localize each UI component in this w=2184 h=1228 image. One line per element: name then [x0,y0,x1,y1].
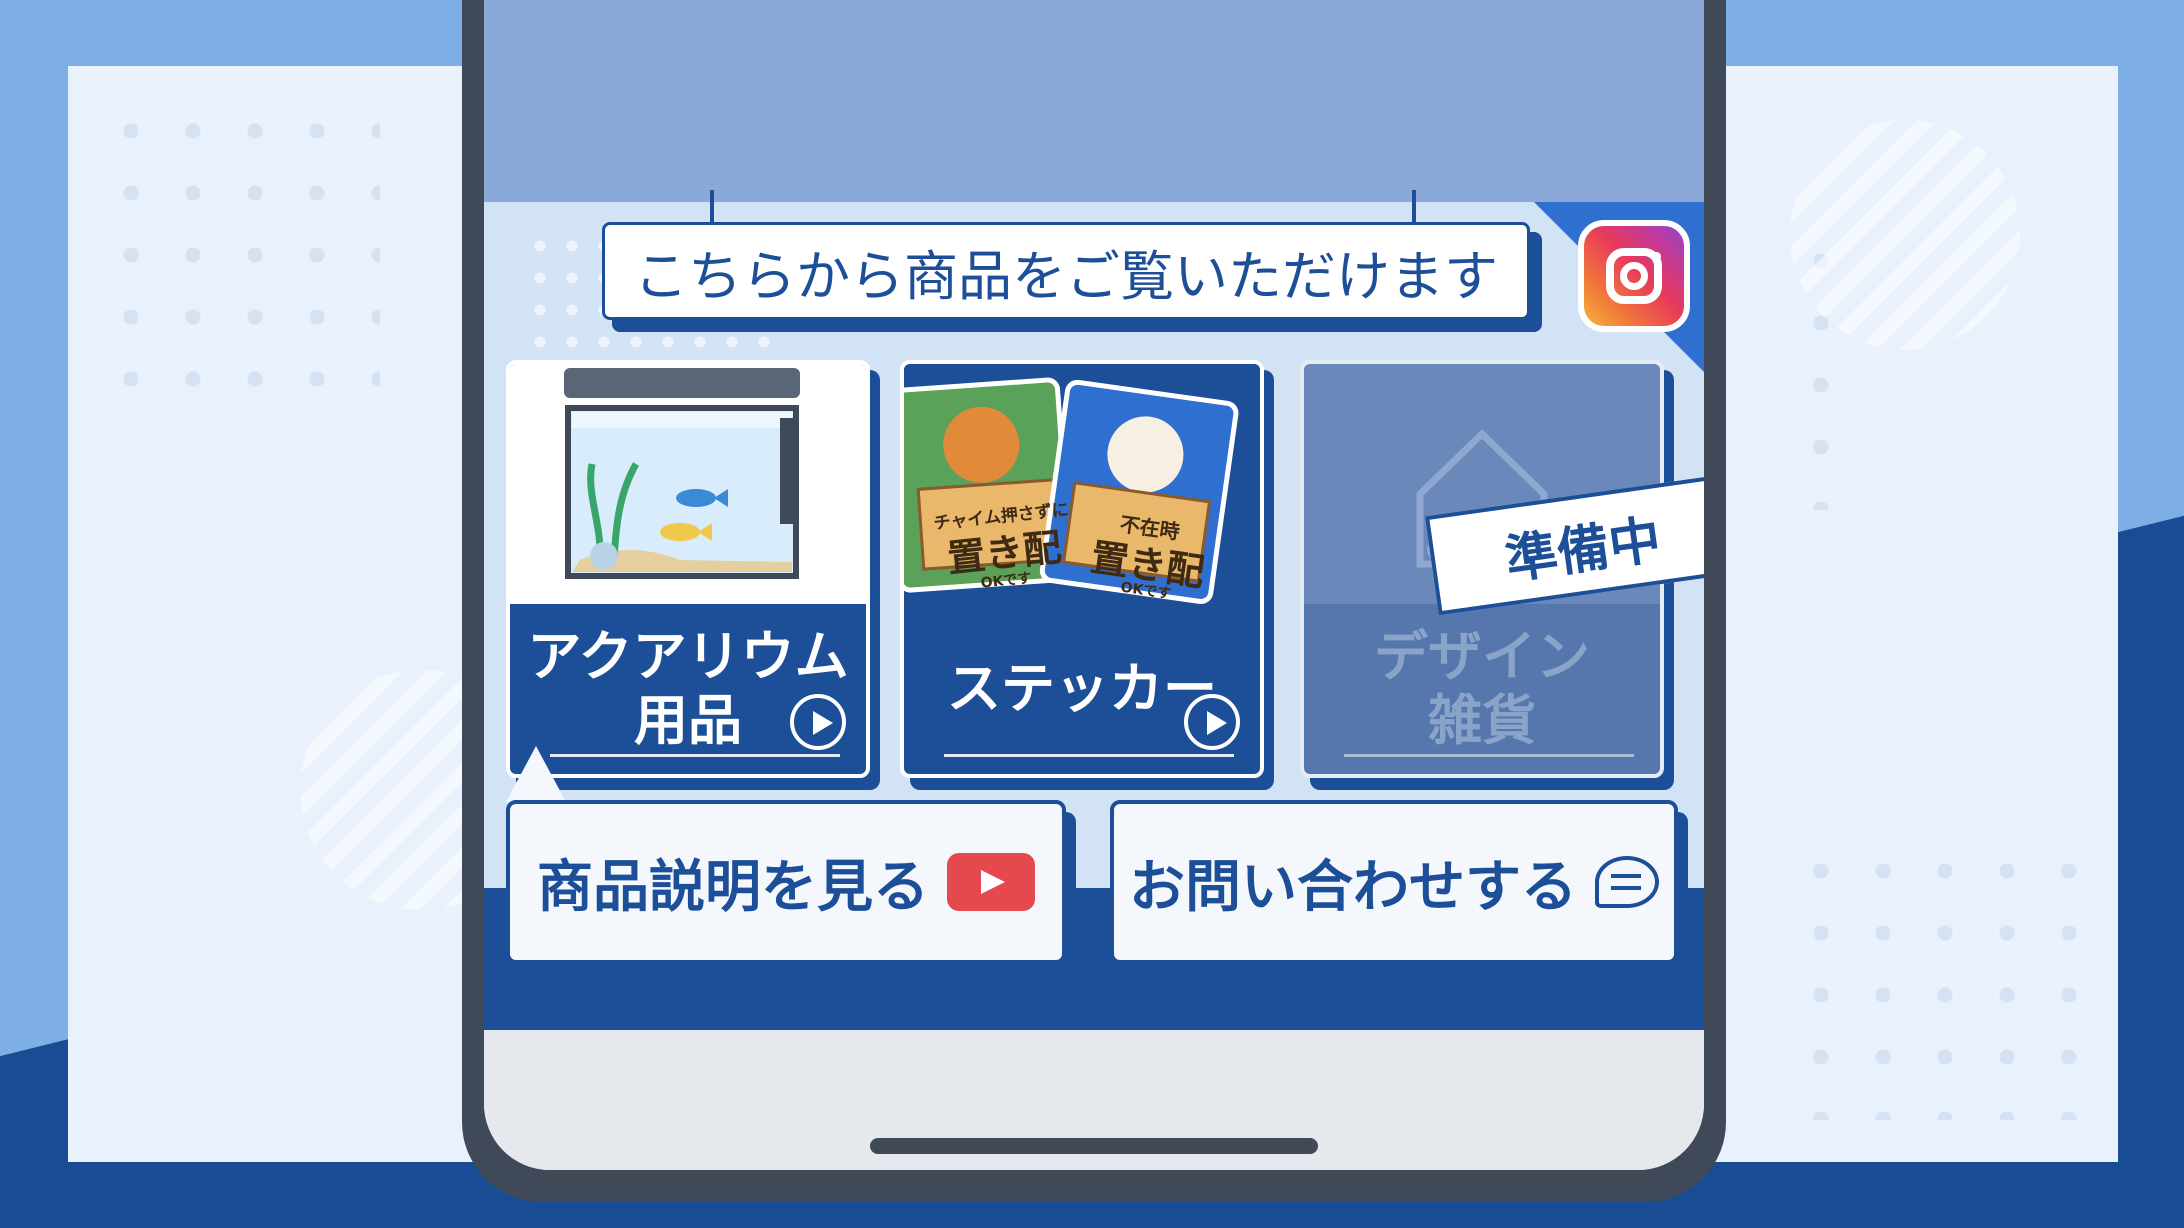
home-indicator[interactable] [870,1138,1318,1154]
screen-top-area [484,0,1704,202]
header-banner: こちらから商品をご覧いただけます [602,190,1542,332]
banner-text: こちらから商品をご覧いただけます [602,222,1530,320]
chat-bubble-icon [1595,856,1659,908]
card-sticker[interactable]: チャイム押さずに 置き配 OKです 不在時 置き配 OKです ステッカー [900,360,1274,790]
instagram-icon-lens [1620,262,1648,290]
product-info-label: 商品説明を見る [537,854,929,920]
phone-screen: こちらから商品をご覧いただけます アクアリウム 用品 チャイム押さずに 置き配 … [484,0,1704,1170]
play-icon[interactable] [1184,694,1240,750]
card-underline [1344,754,1634,757]
contact-button[interactable]: お問い合わせする [1110,800,1688,974]
banner-hanger [710,190,714,226]
instagram-icon-dot [1652,252,1661,261]
dot-pattern [100,100,380,400]
product-info-button[interactable]: 商品説明を見る [506,800,1076,974]
speech-tail [506,746,566,802]
sticker-icon: チャイム押さずに 置き配 OKです 不在時 置き配 OKです [904,364,1260,604]
youtube-play-icon [947,853,1035,911]
card-aquarium[interactable]: アクアリウム 用品 [506,360,880,790]
card-underline [550,754,840,757]
aquarium-tank-icon [510,364,866,604]
contact-label: お問い合わせする [1129,854,1577,920]
card-body: アクアリウム 用品 [506,360,870,778]
banner-hanger [1412,190,1416,226]
play-icon[interactable] [790,694,846,750]
card-label: デザイン 雑貨 [1374,625,1590,752]
button-face: お問い合わせする [1110,800,1678,964]
dot-pattern [1790,840,2090,1120]
stripe-circle [1790,120,2020,350]
button-face: 商品説明を見る [506,800,1066,964]
instagram-icon[interactable] [1578,220,1690,332]
card-body: チャイム押さずに 置き配 OKです 不在時 置き配 OKです ステッカー [900,360,1264,778]
coming-soon-label: 準備中 [1501,509,1665,591]
card-underline [944,754,1234,757]
